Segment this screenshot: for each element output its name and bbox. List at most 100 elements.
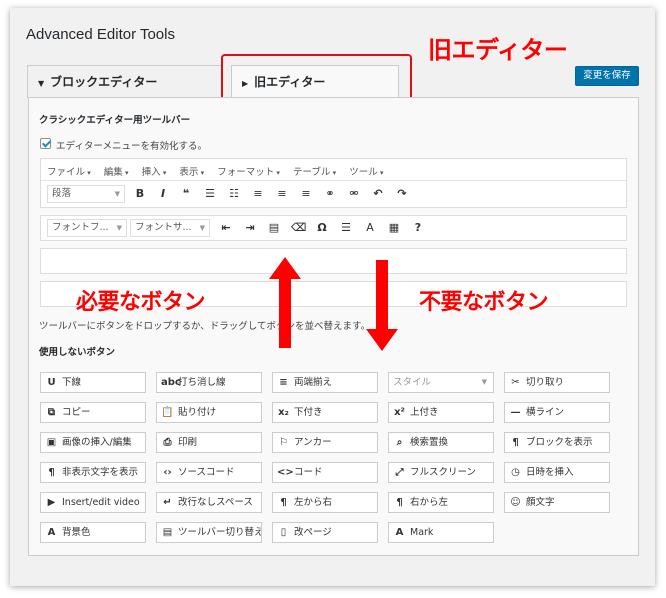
table-icon[interactable]: ▦ (387, 221, 401, 235)
text-color-icon[interactable]: A (363, 221, 377, 235)
unused-button[interactable]: ☺ 顔文字 (504, 492, 610, 513)
menu-insert[interactable]: 挿入 (142, 167, 167, 178)
undo-icon[interactable]: ↶ (371, 187, 385, 201)
unused-button-label: 改行なしスペース (178, 497, 253, 508)
chevron-down-icon: ▼ (116, 224, 122, 232)
unused-button-label: ツールバー切り替え (178, 527, 262, 538)
unused-button[interactable]: — 横ライン (504, 402, 610, 423)
menu-tools[interactable]: ツール (349, 167, 383, 178)
unused-button-label: 貼り付け (178, 407, 217, 418)
paste-text-icon[interactable]: ▤ (267, 221, 281, 235)
button-icon: ¶ (396, 497, 403, 508)
unused-button[interactable]: ↵ 改行なしスペース (156, 492, 262, 513)
toolbar-row-2-box[interactable]: フォントフ... ▼ フォントサ... ▼ ⇤ ⇥ ▤ ⌫ Ω ☰ A ▦ ? (40, 215, 627, 241)
unused-button-label: 顔文字 (526, 497, 555, 508)
menu-view[interactable]: 表示 (179, 167, 204, 178)
save-button[interactable]: 変更を保存 (575, 66, 639, 86)
unused-button[interactable]: 📋 貼り付け (156, 402, 262, 423)
unused-button[interactable]: ✂ 切り取り (504, 372, 610, 393)
button-icon: ☺ (510, 497, 521, 508)
unused-button-label: 右から左 (410, 497, 449, 508)
unused-button[interactable]: ¶ 非表示文字を表示 (40, 462, 146, 483)
button-icon: U (47, 377, 56, 388)
toolbar-row-3-dropzone[interactable] (40, 248, 627, 274)
toolbar-row-1-box[interactable]: ファイル 編集 挿入 表示 フォーマット テーブル ツール 段落▼ B I ❝ … (40, 158, 627, 208)
chevron-down-icon: ▼ (481, 378, 487, 386)
menu-file[interactable]: ファイル (47, 167, 91, 178)
button-icon: ⧉ (47, 407, 56, 418)
font-family-select[interactable]: フォントフ... ▼ (47, 219, 127, 237)
align-left-icon[interactable]: ≡ (251, 187, 265, 201)
unused-button[interactable]: ¶ 右から左 (388, 492, 494, 513)
unused-button[interactable]: ⚐ アンカー (272, 432, 378, 453)
down-arrow-icon (366, 260, 398, 351)
align-center-icon[interactable]: ≡ (275, 187, 289, 201)
button-icon: A (395, 527, 404, 538)
button-icon: x₂ (278, 407, 289, 418)
link-icon[interactable]: ⚭ (323, 187, 337, 201)
bullet-list-icon[interactable]: ☰ (203, 187, 217, 201)
button-icon: ‹› (163, 467, 172, 478)
button-icon: — (510, 407, 521, 418)
button-icon: ▶ (47, 497, 56, 508)
unused-button[interactable]: ≡ 両端揃え (272, 372, 378, 393)
unused-button[interactable]: x² 上付き (388, 402, 494, 423)
unused-button-label: 下付き (294, 407, 323, 418)
unused-button[interactable]: ¶ 左から右 (272, 492, 378, 513)
font-size-select[interactable]: フォントサ... ▼ (130, 219, 210, 237)
button-icon: ¶ (280, 497, 287, 508)
unused-button[interactable]: <>コード (272, 462, 378, 483)
unused-button[interactable]: ▯ 改ページ (272, 522, 378, 543)
blockquote-icon[interactable]: ❝ (179, 187, 193, 201)
unused-button-label: Insert/edit video (62, 497, 140, 508)
unused-button[interactable]: ▣ 画像の挿入/編集 (40, 432, 146, 453)
read-more-icon[interactable]: ☰ (339, 221, 353, 235)
button-icon: ¶ (512, 437, 519, 448)
unused-button-label: 日時を挿入 (526, 467, 574, 478)
indent-icon[interactable]: ⇥ (243, 221, 257, 235)
unused-button[interactable]: ⎙ 印刷 (156, 432, 262, 453)
unused-button[interactable]: ¶ ブロックを表示 (504, 432, 610, 453)
unused-button[interactable]: x₂ 下付き (272, 402, 378, 423)
button-icon: ▤ (162, 527, 173, 538)
menu-edit[interactable]: 編集 (104, 167, 129, 178)
caret-down-icon: ▼ (38, 79, 45, 88)
unused-button[interactable]: ⧉ コピー (40, 402, 146, 423)
annotation-legacy-editor-label: 旧エディター (428, 36, 568, 64)
format-select-value: 段落 (52, 188, 72, 199)
unused-button[interactable]: abc打ち消し線 (156, 372, 262, 393)
italic-icon[interactable]: I (156, 187, 170, 201)
unused-button[interactable]: U 下線 (40, 372, 146, 393)
unused-button[interactable]: スタイル ▼ (388, 372, 494, 393)
redo-icon[interactable]: ↷ (395, 187, 409, 201)
unused-button[interactable]: ▶ Insert/edit video (40, 492, 146, 513)
special-char-icon[interactable]: Ω (315, 221, 329, 235)
unused-button[interactable]: ⤢ フルスクリーン (388, 462, 494, 483)
unused-button[interactable]: ▤ ツールバー切り替え (156, 522, 262, 543)
unused-button-label: 上付き (410, 407, 439, 418)
button-icon: ¶ (48, 467, 55, 478)
unused-button[interactable]: ‹› ソースコード (156, 462, 262, 483)
tab-block-editor[interactable]: ▼ブロックエディター (TinyMCE) (27, 65, 222, 123)
format-select[interactable]: 段落 ▼ (47, 185, 125, 203)
menu-table[interactable]: テーブル (293, 167, 336, 178)
unused-button[interactable]: A Mark (388, 522, 494, 543)
button-icon: ⤢ (395, 467, 404, 478)
button-icon: ▯ (280, 527, 287, 538)
chevron-down-icon: ▼ (199, 224, 205, 232)
clear-format-icon[interactable]: ⌫ (291, 221, 307, 235)
numbered-list-icon[interactable]: ☷ (227, 187, 241, 201)
unused-button[interactable]: ◷ 日時を挿入 (504, 462, 610, 483)
bold-icon[interactable]: B (133, 187, 147, 201)
font-family-value: フォントフ... (52, 222, 109, 233)
unused-button-label: 改ページ (294, 527, 332, 538)
outdent-icon[interactable]: ⇤ (219, 221, 233, 235)
unused-button[interactable]: ⌕ 検索置換 (388, 432, 494, 453)
align-right-icon[interactable]: ≡ (299, 187, 313, 201)
button-icon: ✂ (511, 377, 520, 388)
help-icon[interactable]: ? (411, 221, 425, 235)
unused-button[interactable]: A 背景色 (40, 522, 146, 543)
enable-menu-checkbox[interactable] (40, 138, 51, 149)
menu-format[interactable]: フォーマット (217, 167, 280, 178)
unlink-icon[interactable]: ⚮ (347, 187, 361, 201)
